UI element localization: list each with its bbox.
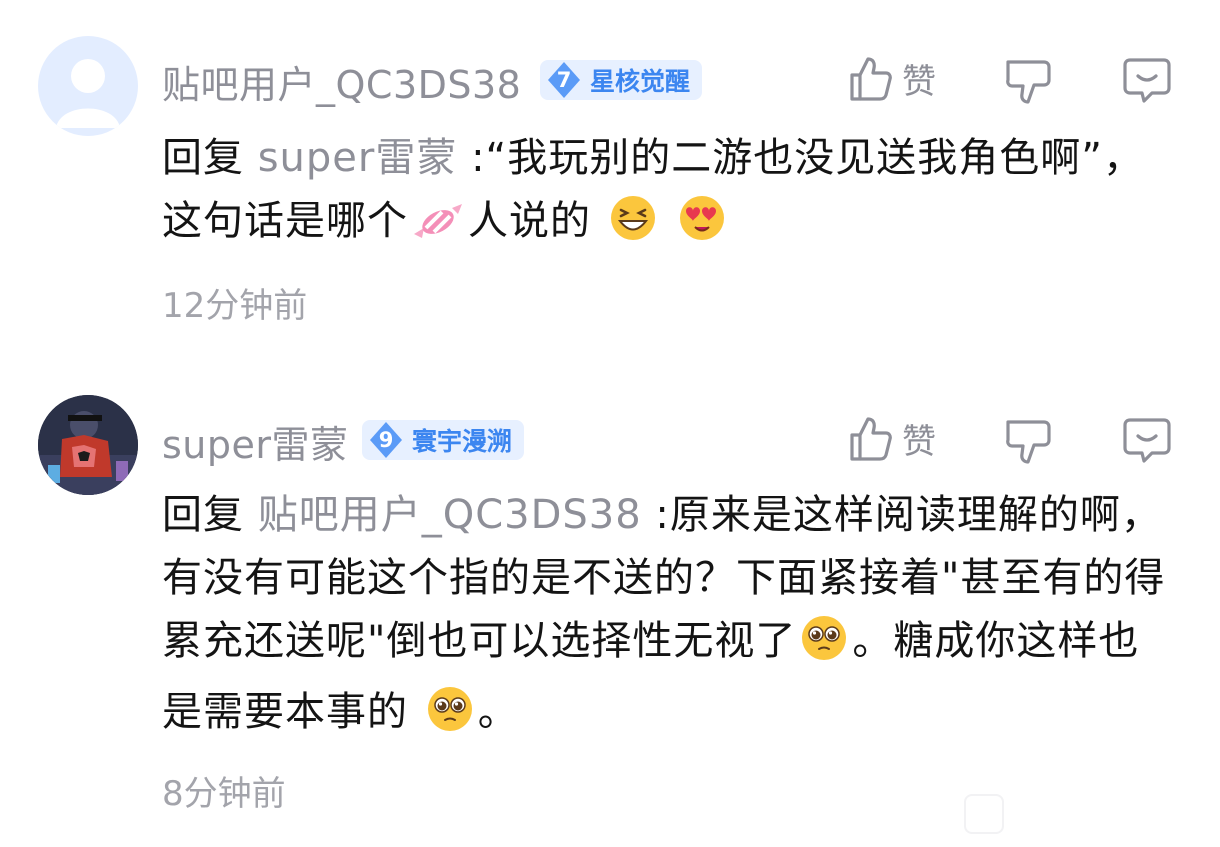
comment-body: 回复 贴吧用户_QC3DS38 :原来是这样阅读理解的啊，有没有可能这个指的是不… xyxy=(162,484,1172,752)
username[interactable]: 贴吧用户_QC3DS38 xyxy=(162,54,521,109)
timestamp: 8分钟前 xyxy=(162,774,286,814)
avatar[interactable] xyxy=(38,395,138,495)
level-number: 9 xyxy=(378,428,394,452)
level-badge[interactable]: 7 星核觉醒 xyxy=(540,60,703,100)
pleading-face-icon xyxy=(800,614,848,681)
level-badge[interactable]: 9 寰宇漫溯 xyxy=(362,420,525,460)
reply-keyword: 回复 xyxy=(162,135,244,181)
watermark-icon xyxy=(964,794,1004,834)
reply-button[interactable] xyxy=(1122,416,1172,464)
dislike-button[interactable] xyxy=(1004,416,1052,468)
thumbs-up-icon xyxy=(850,56,892,101)
user-avatar-image xyxy=(38,395,138,495)
comment-text: 人说的 xyxy=(468,198,591,244)
comment-bubble-icon xyxy=(1123,58,1171,103)
thumbs-down-icon xyxy=(1006,60,1051,104)
comment-item: super雷蒙 9 寰宇漫溯 赞 回复 贴吧用户_QC3DS38 :原来是这样阅… xyxy=(0,370,1220,847)
badge-title: 寰宇漫溯 xyxy=(412,427,513,456)
thumbs-down-icon xyxy=(1006,420,1051,464)
mention-link[interactable]: 贴吧用户_QC3DS38 xyxy=(258,492,642,538)
heart-eyes-icon xyxy=(678,194,726,261)
grinning-squint-icon xyxy=(609,194,657,261)
dislike-button[interactable] xyxy=(1004,56,1052,108)
mention-link[interactable]: super雷蒙 xyxy=(258,135,458,181)
like-button[interactable]: 赞 xyxy=(848,54,936,103)
comment-bubble-icon xyxy=(1123,418,1171,463)
comment-text: 。 xyxy=(477,689,519,735)
comment-item: 贴吧用户_QC3DS38 7 星核觉醒 赞 回复 super雷蒙 :“我玩别的二… xyxy=(0,0,1220,370)
like-label: 赞 xyxy=(902,422,936,462)
level-icon: 9 xyxy=(366,420,406,460)
like-label: 赞 xyxy=(902,62,936,102)
pleading-face-icon xyxy=(426,685,474,752)
like-button[interactable]: 赞 xyxy=(848,414,936,463)
level-icon: 7 xyxy=(544,60,584,100)
avatar[interactable] xyxy=(38,36,138,136)
default-avatar-icon xyxy=(56,59,120,128)
username[interactable]: super雷蒙 xyxy=(162,414,349,469)
reply-button[interactable] xyxy=(1122,56,1172,104)
candy-icon xyxy=(412,198,464,261)
level-number: 7 xyxy=(556,68,572,92)
thumbs-up-icon xyxy=(850,416,892,461)
timestamp: 12分钟前 xyxy=(162,286,308,326)
reply-keyword: 回复 xyxy=(162,492,244,538)
comment-body: 回复 super雷蒙 :“我玩别的二游也没见送我角色啊”，这句话是哪个 人说的 xyxy=(162,127,1172,261)
badge-title: 星核觉醒 xyxy=(590,67,691,96)
